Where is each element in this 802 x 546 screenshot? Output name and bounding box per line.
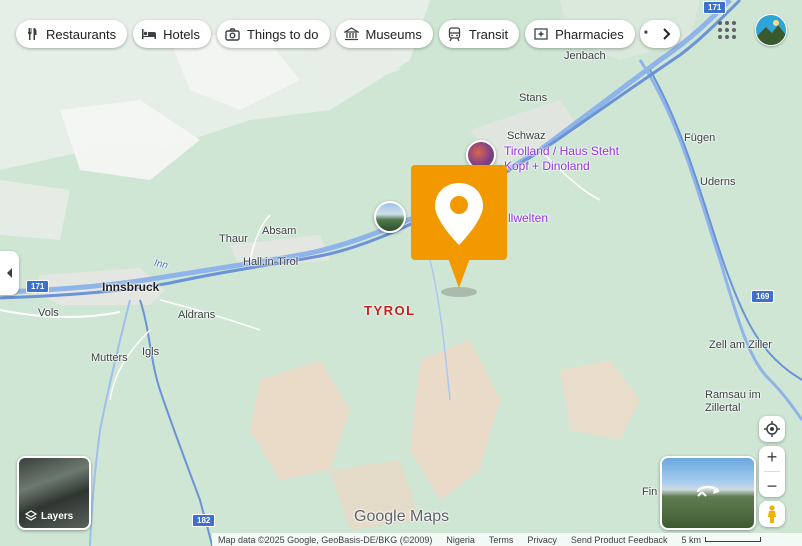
crosshair-icon [764,421,780,437]
place-label-stans: Stans [519,92,548,104]
pharmacy-icon [533,26,549,42]
bed-icon [141,26,157,42]
museum-icon [344,26,360,42]
my-location-button[interactable] [759,416,785,442]
region-label-tyrol: TYROL [364,303,416,318]
pin-shadow [441,287,477,297]
chip-label: Pharmacies [555,26,624,42]
fork-knife-icon [24,26,40,42]
chip-hotels[interactable]: Hotels [133,20,211,48]
pegman-icon [768,505,776,523]
pegman-button[interactable] [759,501,785,527]
poi-label-tirolland[interactable]: Tirolland / Haus Steht Kopf + Dinoland [504,144,619,174]
privacy-link[interactable]: Privacy [527,535,557,545]
chip-scroll-next-button[interactable]: ■ [640,20,680,48]
place-label-fin: Fin [642,486,658,498]
feedback-link[interactable]: Send Product Feedback [571,535,668,545]
poi-photo-welten[interactable] [374,201,406,233]
map-footer: Map data ©2025 Google, GeoBasis-DE/BKG (… [212,533,802,546]
place-label-vols: Vols [38,307,59,319]
place-label-jenbach: Jenbach [564,50,606,62]
scale-label: 5 km [681,534,701,545]
layers-icon [25,510,37,521]
road-shield-a12-west: 171 [26,280,50,293]
place-label-thaur: Thaur [219,233,248,245]
road-shield-169: 169 [751,290,775,303]
caret-left-icon [6,268,12,278]
place-label-ramsau: Ramsau im Zillertal [705,389,761,414]
chip-label: Restaurants [46,26,117,42]
chip-label: Hotels [163,26,200,42]
scale-bar-line [704,537,761,542]
place-label-uderns: Uderns [700,176,736,188]
transit-icon [447,26,463,42]
google-apps-button[interactable] [714,17,740,43]
street-view-rotate-icon [696,485,720,497]
map-data-attribution: Map data ©2025 Google, GeoBasis-DE/BKG (… [218,534,433,545]
camera-icon [225,26,241,42]
chip-museums[interactable]: Museums [335,20,433,48]
pin-pointer [448,258,470,288]
place-label-igls: Igls [142,346,160,358]
selected-location-pin[interactable] [411,165,507,260]
road-shield-182: 182 [192,514,216,527]
account-avatar[interactable] [755,14,787,46]
zoom-controls: + − [759,446,785,497]
place-label-schwaz: Schwaz [507,130,546,142]
place-label-zell: Zell am Ziller [709,339,772,351]
category-chips: Restaurants Hotels Things to do Museums … [16,20,635,48]
chip-things-to-do[interactable]: Things to do [216,20,330,48]
zoom-divider [764,470,780,472]
chip-restaurants[interactable]: Restaurants [16,20,128,48]
collapse-side-panel-button[interactable] [0,251,19,295]
poi-label-welten[interactable]: llwelten [508,211,548,226]
layers-button[interactable]: Layers [17,456,91,530]
zoom-out-button[interactable]: − [767,477,778,495]
zoom-in-button[interactable]: + [767,448,778,466]
scale-bar[interactable]: 5 km [681,535,761,545]
place-label-hall: Hall.in-Tirol [243,256,299,268]
map-pin-icon [435,183,483,245]
country-link[interactable]: Nigeria [446,535,475,545]
atm-icon: ■ [644,30,648,36]
place-label-fugen: Fügen [684,132,716,144]
terms-link[interactable]: Terms [489,535,514,545]
chip-label: Things to do [246,26,319,42]
place-label-mutters: Mutters [91,352,128,364]
place-label-absam: Absam [262,225,297,237]
google-maps-logo: Google Maps [354,508,450,525]
chip-pharmacies[interactable]: Pharmacies [525,20,635,48]
street-view-preview[interactable] [660,456,756,530]
chevron-right-icon [663,28,671,40]
place-label-innsbruck: Innsbruck [102,280,160,294]
place-label-aldrans: Aldrans [178,309,216,321]
road-shield-a12-east: 171 [703,1,727,14]
chip-transit[interactable]: Transit [438,20,520,48]
layers-label: Layers [41,510,74,522]
chip-label: Transit [468,26,509,42]
chip-label: Museums [365,26,422,42]
